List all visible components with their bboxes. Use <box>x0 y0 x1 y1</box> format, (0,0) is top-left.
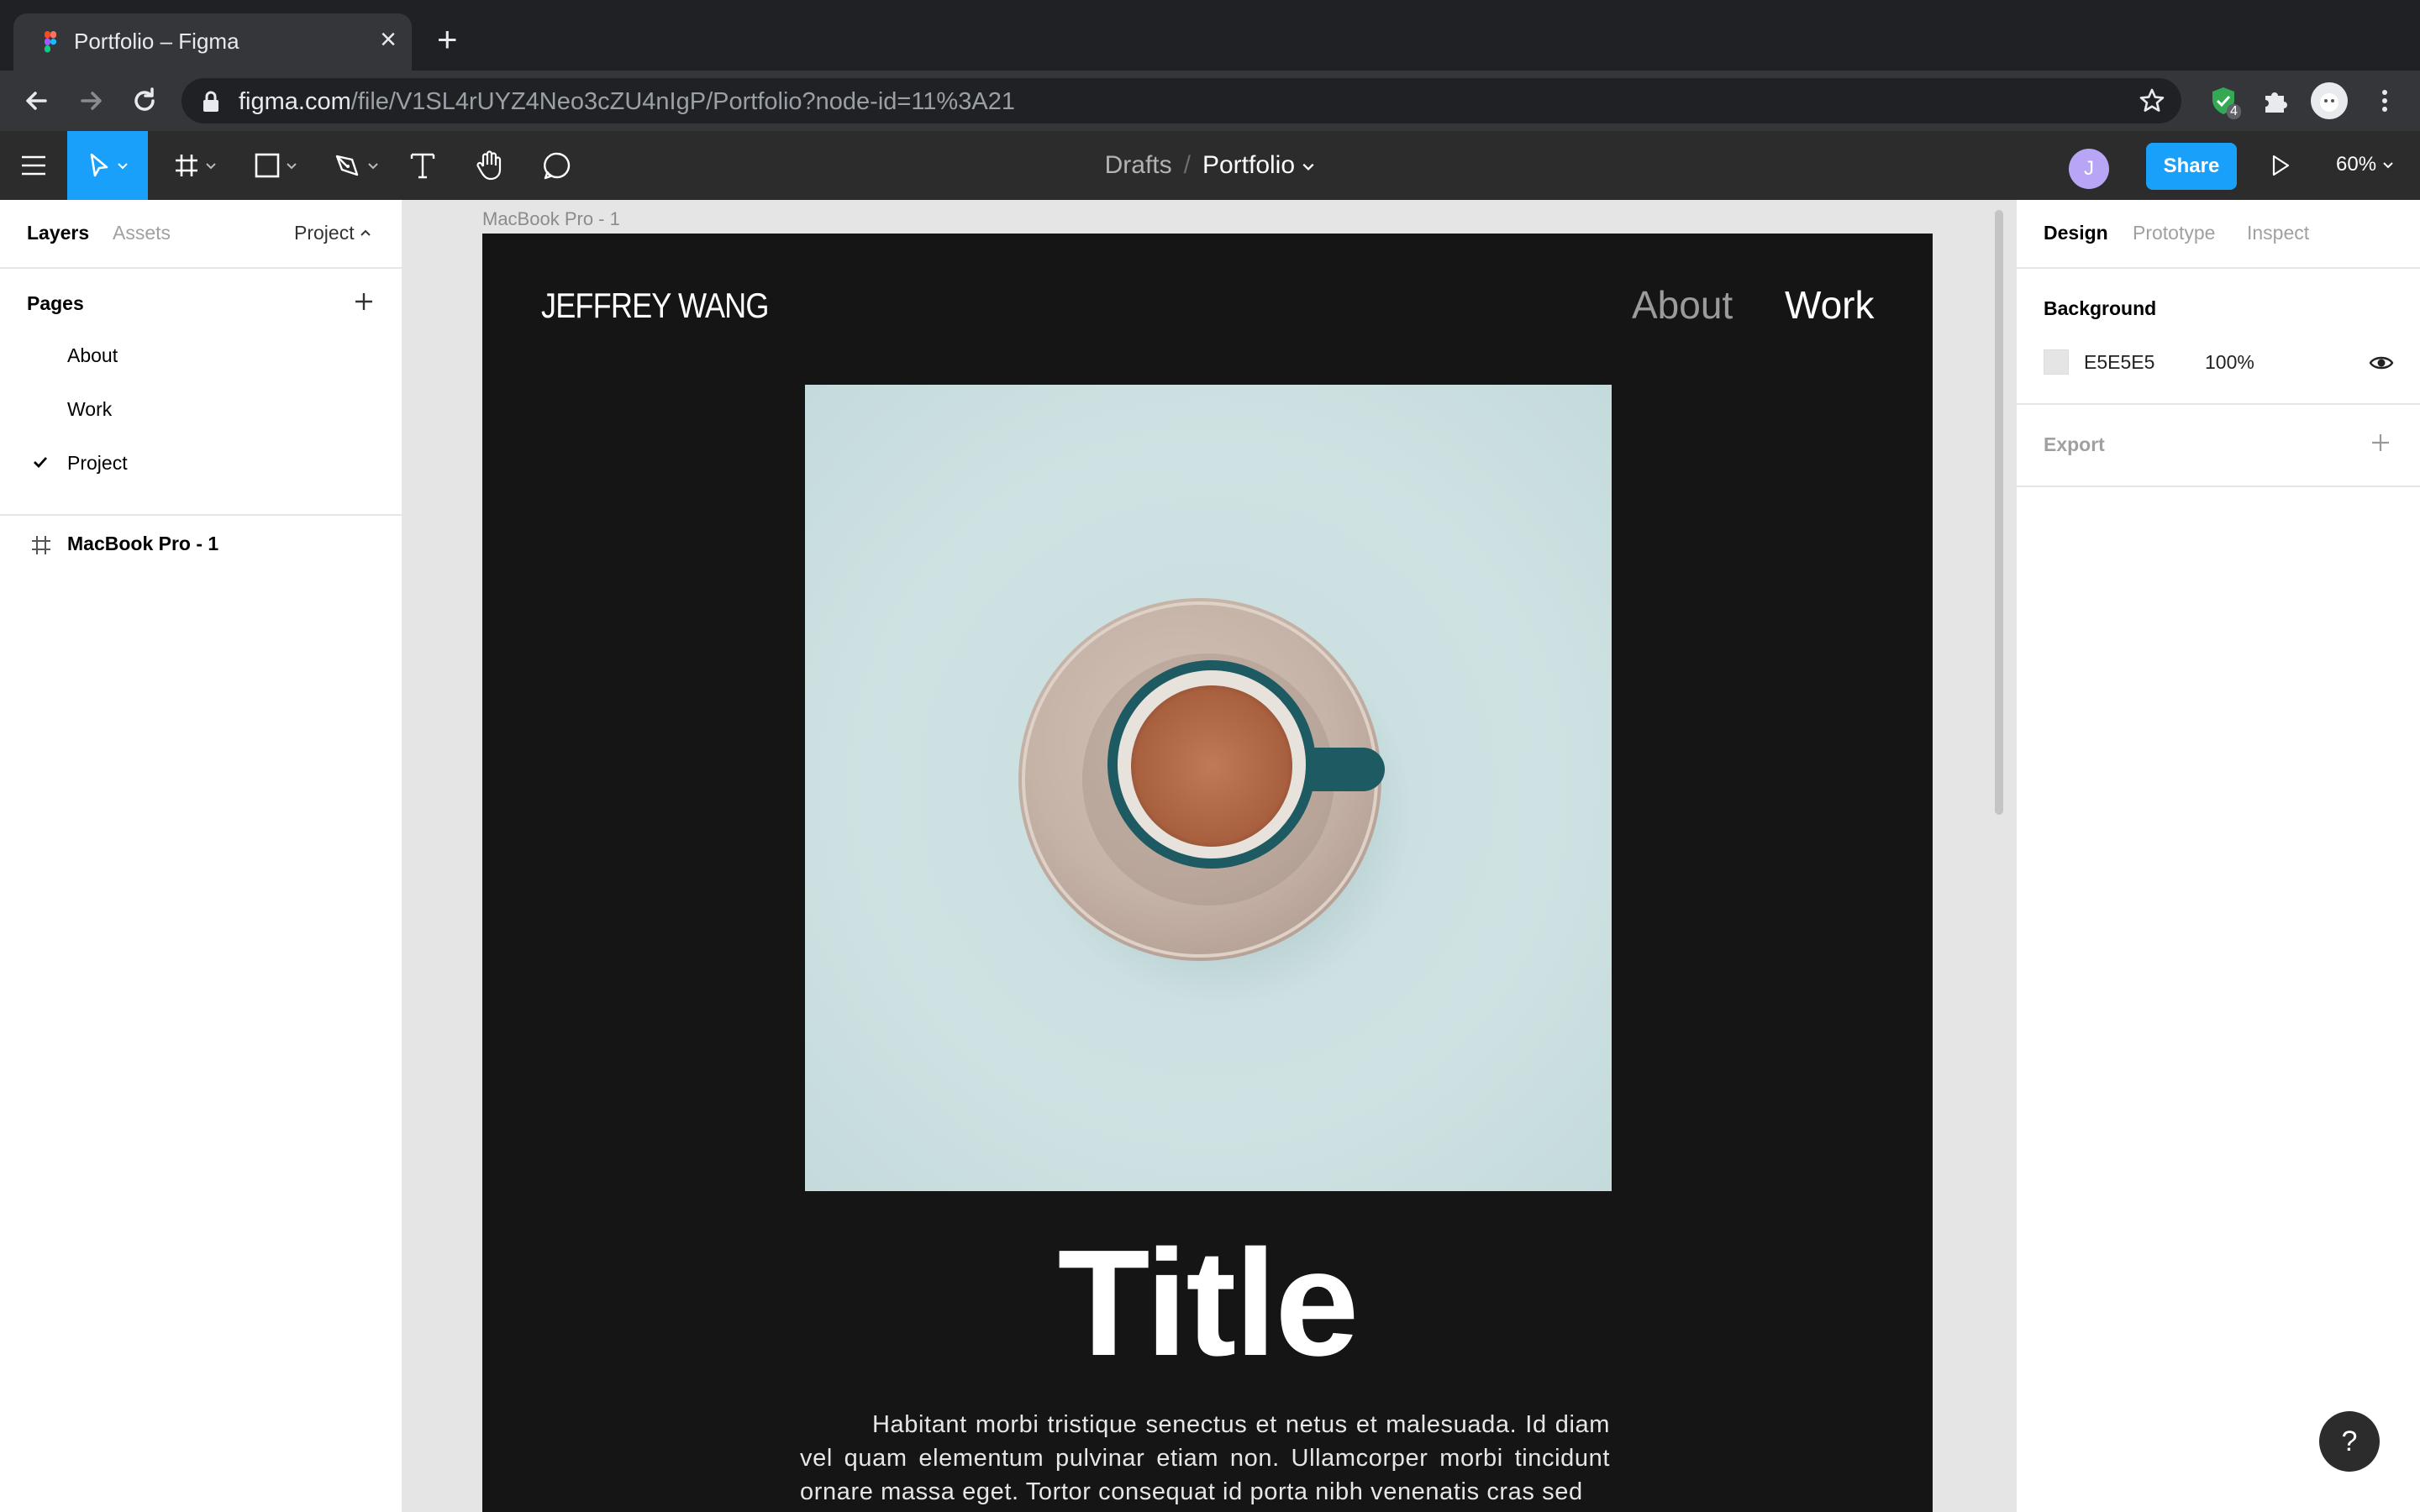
shield-extension-icon[interactable]: 4 <box>2207 84 2241 119</box>
chevron-up-icon <box>360 229 371 236</box>
figma-favicon-icon <box>45 31 57 53</box>
tab-design[interactable]: Design <box>2044 222 2108 244</box>
present-play-icon[interactable] <box>2267 153 2292 178</box>
browser-tab[interactable]: Portfolio – Figma × <box>13 13 412 71</box>
eye-visibility-icon[interactable] <box>2368 349 2395 376</box>
chevron-down-icon[interactable] <box>1302 160 1315 173</box>
new-tab-icon[interactable]: + <box>437 22 458 57</box>
forward-arrow-icon[interactable] <box>74 84 108 118</box>
close-tab-icon[interactable]: × <box>380 25 397 54</box>
frame-icon <box>32 536 50 554</box>
site-brand[interactable]: JEFFREY WANG <box>541 286 770 326</box>
panel-divider <box>2017 403 2420 405</box>
tab-assets[interactable]: Assets <box>113 222 171 244</box>
panel-tabs: Layers Assets Project <box>0 200 403 269</box>
panel-divider <box>0 514 403 516</box>
figma-toolbar: Drafts / Portfolio J Share 60% <box>0 131 2420 200</box>
add-export-icon[interactable] <box>2370 432 2391 454</box>
url-text[interactable]: figma.com/file/V1SL4rUYZ4Neo3cZU4nIgP/Po… <box>239 88 1015 116</box>
url-host: figma.com <box>239 88 351 115</box>
puzzle-extensions-icon[interactable] <box>2259 84 2292 118</box>
bookmark-star-icon[interactable] <box>2138 87 2166 115</box>
export-header: Export <box>2044 433 2105 455</box>
extension-badge: 4 <box>2227 104 2241 119</box>
page-item-project[interactable]: Project <box>67 452 128 475</box>
canvas-scrollbar[interactable] <box>1995 210 2003 815</box>
hero-image-coffee-cup[interactable] <box>805 385 1612 1191</box>
page-selector-label: Project <box>294 222 355 244</box>
browser-menu-icon[interactable] <box>2368 84 2402 118</box>
page-item-work[interactable]: Work <box>67 398 112 421</box>
pages-header: Pages <box>27 292 84 314</box>
background-color-swatch[interactable] <box>2044 349 2069 375</box>
layer-item-frame[interactable]: MacBook Pro - 1 <box>67 533 218 555</box>
tab-inspect[interactable]: Inspect <box>2247 222 2309 244</box>
reload-icon[interactable] <box>128 84 161 118</box>
checkmark-icon <box>34 457 48 469</box>
breadcrumb-drafts[interactable]: Drafts <box>1105 151 1172 179</box>
browser-toolbar: figma.com/file/V1SL4rUYZ4Neo3cZU4nIgP/Po… <box>0 71 2420 131</box>
frame-label[interactable]: MacBook Pro - 1 <box>482 208 620 230</box>
browser-tab-strip: Portfolio – Figma × + <box>0 0 2420 71</box>
lock-icon[interactable] <box>200 90 222 113</box>
design-canvas[interactable]: MacBook Pro - 1 JEFFREY WANG About Work <box>405 200 2015 1512</box>
tab-title: Portfolio – Figma <box>74 29 239 54</box>
user-avatar[interactable]: J <box>2069 149 2109 189</box>
tab-prototype[interactable]: Prototype <box>2133 222 2215 244</box>
profile-avatar[interactable] <box>2311 82 2348 119</box>
site-body-text[interactable]: Habitant morbi tristique senectus et net… <box>800 1408 1610 1509</box>
panel-divider <box>2017 486 2420 487</box>
page-item-about[interactable]: About <box>67 344 118 367</box>
url-path: /file/V1SL4rUYZ4Neo3cZU4nIgP/Portfolio?n… <box>350 88 1015 115</box>
site-nav-about[interactable]: About <box>1632 282 1733 328</box>
breadcrumb-separator: / <box>1183 151 1191 179</box>
site-nav-work[interactable]: Work <box>1785 282 1875 328</box>
properties-tabs: Design Prototype Inspect <box>2017 200 2420 269</box>
page-selector[interactable]: Project <box>294 222 371 244</box>
chevron-down-icon <box>2383 162 2393 169</box>
background-header: Background <box>2044 297 2157 319</box>
profile-face-icon <box>2320 93 2338 112</box>
file-name[interactable]: Portfolio <box>1202 151 1295 179</box>
background-opacity-input[interactable]: 100% <box>2205 351 2254 374</box>
add-page-icon[interactable] <box>353 291 375 312</box>
back-arrow-icon[interactable] <box>20 84 54 118</box>
address-bar[interactable]: figma.com/file/V1SL4rUYZ4Neo3cZU4nIgP/Po… <box>182 78 2181 123</box>
background-hex-input[interactable]: E5E5E5 <box>2084 351 2154 374</box>
share-button[interactable]: Share <box>2146 143 2237 190</box>
site-title[interactable]: Title <box>482 1216 1933 1390</box>
layers-panel: Layers Assets Project Pages About Work P… <box>0 200 403 1512</box>
macbook-frame[interactable]: JEFFREY WANG About Work Title Habitant m… <box>482 234 1933 1512</box>
breadcrumb: Drafts / Portfolio <box>0 151 2420 180</box>
tab-layers[interactable]: Layers <box>27 222 89 244</box>
help-button[interactable]: ? <box>2319 1411 2380 1472</box>
zoom-dropdown[interactable]: 60% <box>2336 153 2394 176</box>
coffee-cup-illustration <box>1018 598 1414 1006</box>
properties-panel: Design Prototype Inspect Background E5E5… <box>2015 200 2420 1512</box>
zoom-level: 60% <box>2336 153 2377 176</box>
